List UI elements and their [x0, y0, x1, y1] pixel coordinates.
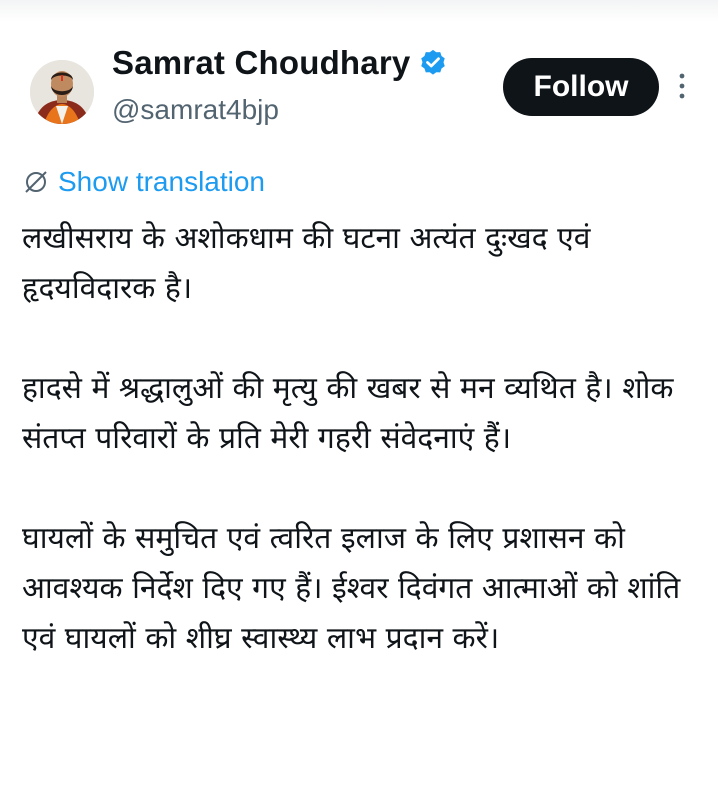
globe-translate-icon [22, 168, 50, 196]
author-name-row: Samrat Choudhary [112, 44, 448, 82]
post-paragraph: हादसे में श्रद्धालुओं की मृत्यु की खबर स… [22, 371, 674, 456]
post-text: लखीसराय के अशोकधाम की घटना अत्यंत दुःखद … [22, 214, 698, 664]
follow-button[interactable]: Follow [503, 58, 659, 116]
translation-row[interactable]: Show translation [22, 166, 265, 198]
show-translation-link[interactable]: Show translation [58, 166, 265, 198]
post-paragraph: घायलों के समुचित एवं त्वरित इलाज के लिए … [22, 521, 681, 656]
top-bar [0, 0, 718, 22]
more-options-icon[interactable] [674, 70, 690, 102]
post-paragraph: लखीसराय के अशोकधाम की घटना अत्यंत दुःखद … [22, 221, 591, 306]
author-display-name[interactable]: Samrat Choudhary [112, 44, 410, 82]
verified-badge-icon [418, 48, 448, 78]
avatar[interactable] [30, 60, 94, 124]
author-handle[interactable]: @samrat4bjp [112, 94, 279, 126]
